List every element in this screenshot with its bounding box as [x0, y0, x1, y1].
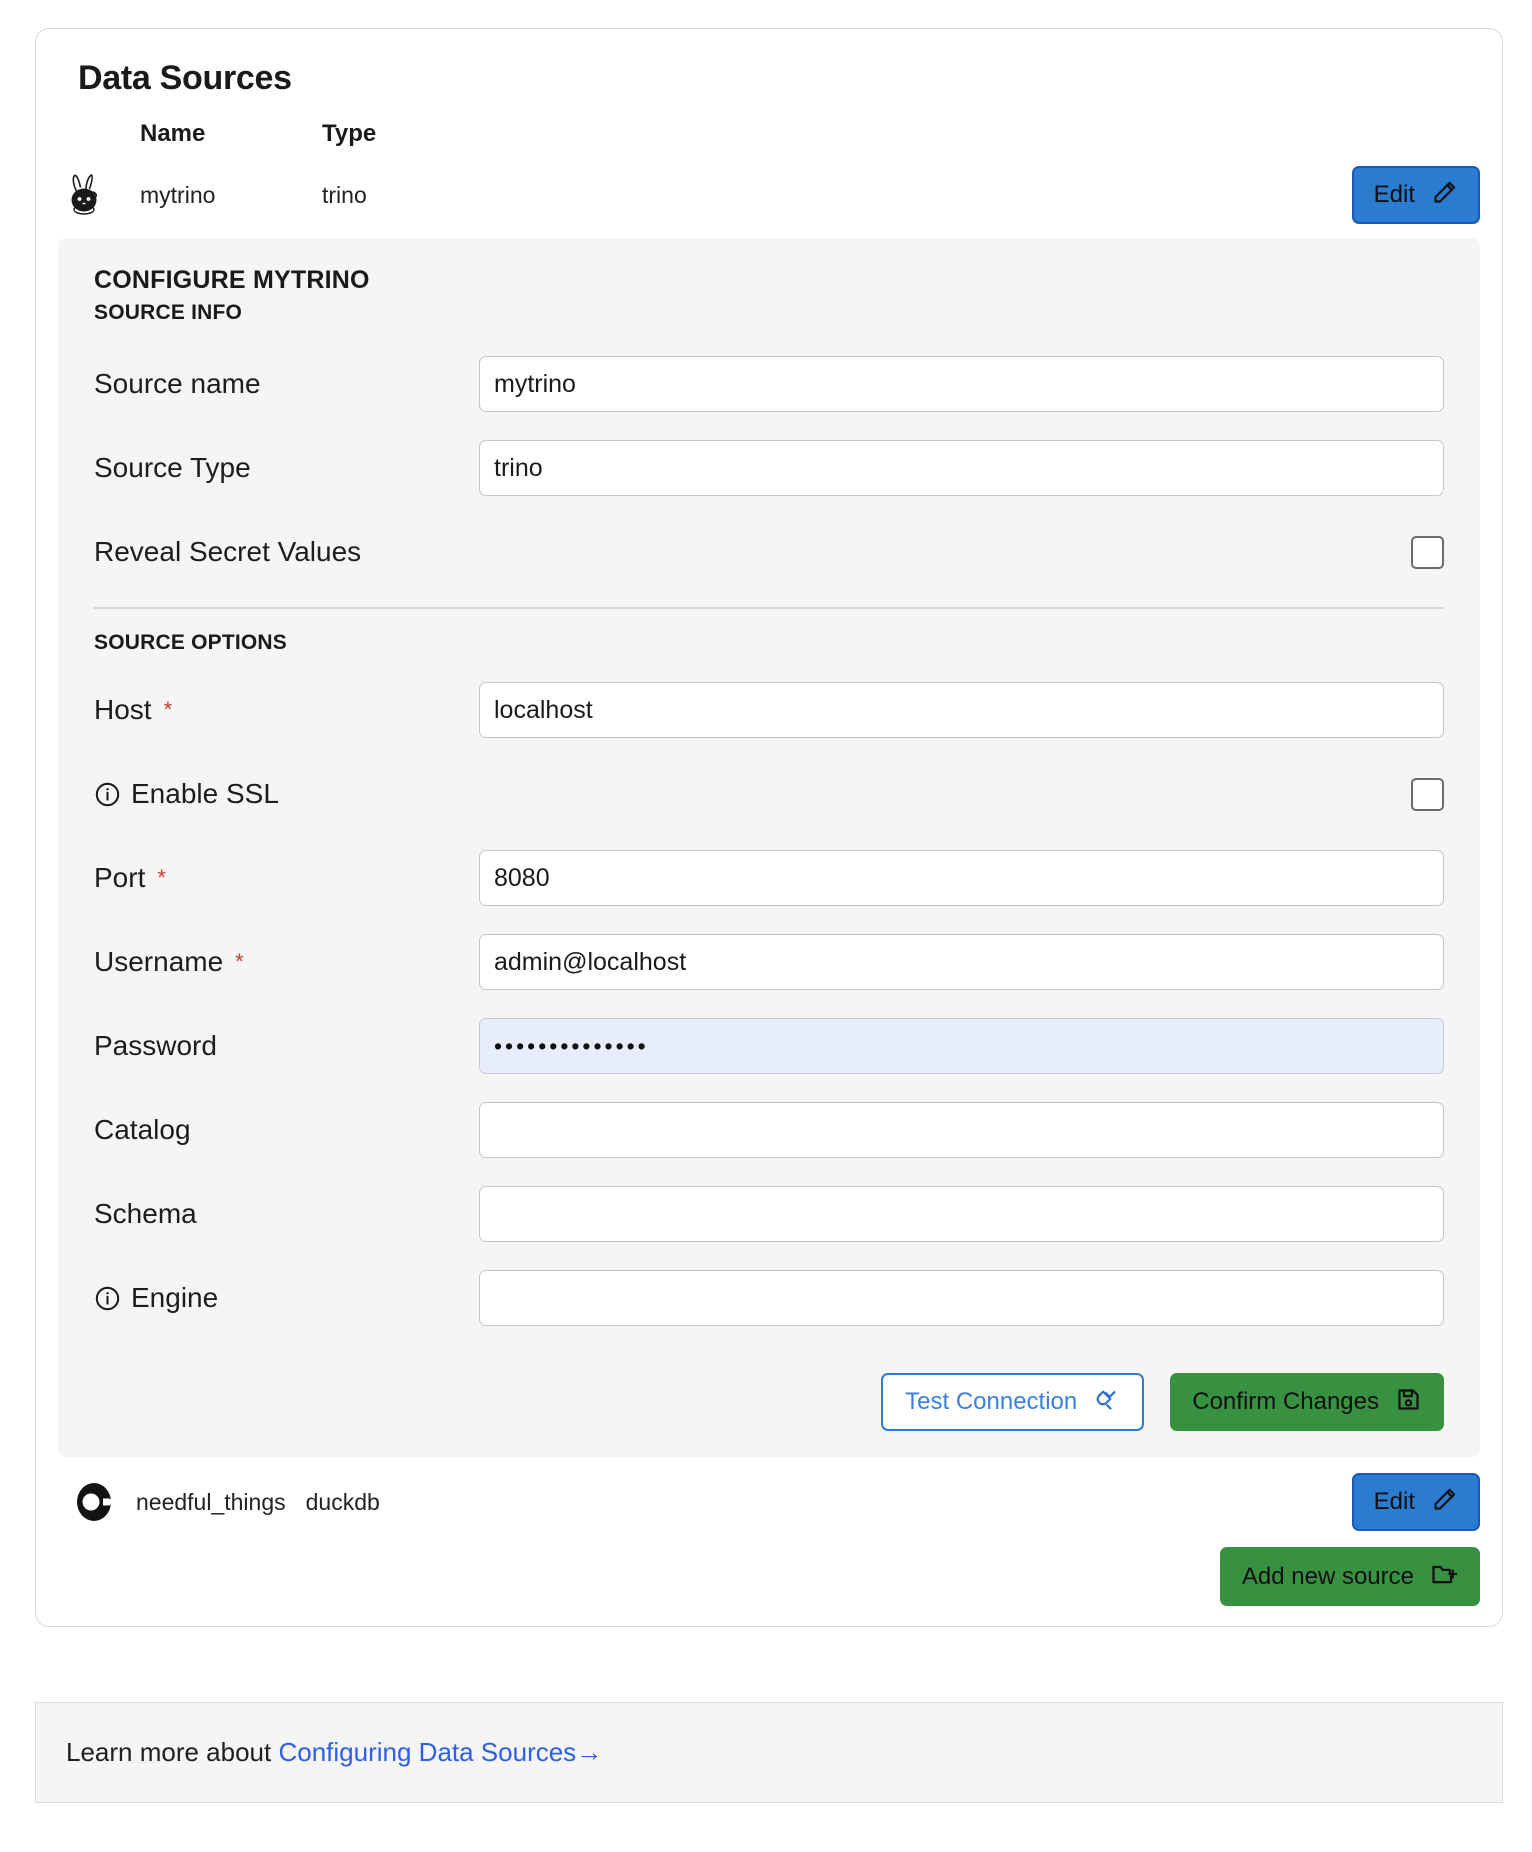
test-connection-button[interactable]: Test Connection	[881, 1373, 1145, 1431]
password-input[interactable]: ••••••••••••••	[479, 1018, 1444, 1074]
data-sources-card: Data Sources Name Type mytrino trino Edi…	[35, 28, 1503, 1627]
table-row: mytrino trino Edit	[58, 166, 1480, 224]
configure-panel: CONFIGURE MYTRINO SOURCE INFO Source nam…	[58, 238, 1480, 1457]
label-engine-text: Engine	[131, 1282, 219, 1313]
config-actions: Test Connection Confirm Changes	[94, 1373, 1444, 1431]
source-type-cell: duckdb	[305, 1488, 380, 1515]
link-arrow-icon: →	[576, 1737, 603, 1767]
catalog-input[interactable]	[479, 1102, 1444, 1158]
add-new-source-label: Add new source	[1241, 1562, 1414, 1590]
trino-rabbit-icon	[58, 170, 114, 220]
engine-input[interactable]	[479, 1270, 1444, 1326]
add-source-row: Add new source	[58, 1547, 1480, 1606]
section-divider	[94, 607, 1444, 609]
label-source-type: Source Type	[94, 452, 251, 483]
save-floppy-icon	[1395, 1386, 1422, 1418]
label-catalog: Catalog	[94, 1114, 191, 1145]
field-row-catalog: Catalog	[94, 1101, 1444, 1159]
password-masked-value: ••••••••••••••	[494, 1032, 649, 1059]
label-username-text: Username	[94, 946, 224, 977]
required-marker-host: *	[163, 697, 173, 722]
page-title: Data Sources	[78, 59, 292, 97]
label-port-text: Port	[94, 862, 146, 893]
required-marker-username: *	[235, 949, 244, 974]
data-sources-page: Data Sources Name Type mytrino trino Edi…	[0, 0, 1532, 1852]
port-input[interactable]: 8080	[479, 850, 1444, 906]
enable-ssl-checkbox[interactable]	[1411, 777, 1444, 811]
reveal-secret-values-checkbox[interactable]	[1411, 535, 1444, 569]
info-icon[interactable]	[94, 1285, 121, 1312]
source-type-input[interactable]: trino	[479, 440, 1444, 496]
label-host-text: Host	[94, 694, 152, 725]
footer-prefix: Learn more about	[66, 1737, 279, 1767]
source-name-cell: mytrino	[140, 181, 216, 208]
field-row-source-type: Source Type trino	[94, 439, 1444, 497]
sources-table: Name Type mytrino trino Edit	[58, 120, 1480, 224]
schema-input[interactable]	[479, 1186, 1444, 1242]
field-row-enable-ssl: Enable SSL	[94, 765, 1444, 823]
source-type-cell: trino	[322, 181, 367, 208]
field-row-port: Port * 8080	[94, 849, 1444, 907]
confirm-changes-button[interactable]: Confirm Changes	[1170, 1373, 1444, 1431]
column-header-type: Type	[322, 120, 377, 147]
label-engine: Engine	[94, 1282, 479, 1314]
label-reveal-secret-values: Reveal Secret Values	[94, 536, 362, 567]
folder-plus-icon	[1430, 1560, 1458, 1593]
info-icon[interactable]	[94, 781, 121, 808]
field-row-password: Password ••••••••••••••	[94, 1017, 1444, 1075]
table-header-row: Name Type	[58, 120, 1480, 148]
source-name-cell: needful_things	[136, 1488, 286, 1515]
source-options-heading: SOURCE OPTIONS	[94, 631, 287, 654]
label-source-name: Source name	[94, 368, 261, 399]
pencil-icon	[1431, 1486, 1458, 1518]
edit-button-mytrino[interactable]: Edit	[1351, 166, 1480, 224]
pencil-icon	[1431, 179, 1458, 211]
field-row-username: Username * admin@localhost	[94, 933, 1444, 991]
footer-learn-more: Learn more about Configuring Data Source…	[35, 1702, 1503, 1803]
source-info-heading: SOURCE INFO	[94, 301, 243, 324]
test-connection-label: Test Connection	[905, 1388, 1078, 1415]
field-row-source-name: Source name mytrino	[94, 355, 1444, 413]
confirm-changes-label: Confirm Changes	[1192, 1388, 1379, 1415]
label-enable-ssl: Enable SSL	[94, 778, 479, 810]
configuring-data-sources-link[interactable]: Configuring Data Sources	[278, 1737, 576, 1767]
label-port: Port *	[94, 862, 479, 894]
label-schema: Schema	[94, 1198, 197, 1229]
label-username: Username *	[94, 946, 479, 978]
column-header-name: Name	[140, 120, 206, 147]
field-row-schema: Schema	[94, 1185, 1444, 1243]
label-enable-ssl-text: Enable SSL	[131, 778, 279, 809]
add-new-source-button[interactable]: Add new source	[1219, 1547, 1480, 1606]
required-marker-port: *	[157, 865, 166, 890]
edit-button-label: Edit	[1373, 181, 1415, 208]
label-password: Password	[94, 1030, 217, 1061]
source-name-input[interactable]: mytrino	[479, 356, 1444, 412]
duckdb-duck-icon	[72, 1478, 120, 1526]
field-row-reveal-secret-values: Reveal Secret Values	[94, 523, 1444, 581]
edit-button-needful-things[interactable]: Edit	[1351, 1473, 1480, 1531]
host-input[interactable]: localhost	[479, 682, 1444, 738]
field-row-host: Host * localhost	[94, 681, 1444, 739]
plug-icon	[1093, 1386, 1120, 1418]
field-row-engine: Engine	[94, 1269, 1444, 1327]
username-input[interactable]: admin@localhost	[479, 934, 1444, 990]
edit-button-label: Edit	[1373, 1488, 1415, 1515]
table-row: needful_things duckdb Edit	[58, 1473, 1480, 1531]
label-host: Host *	[94, 694, 479, 726]
configure-heading: CONFIGURE MYTRINO	[94, 266, 370, 294]
